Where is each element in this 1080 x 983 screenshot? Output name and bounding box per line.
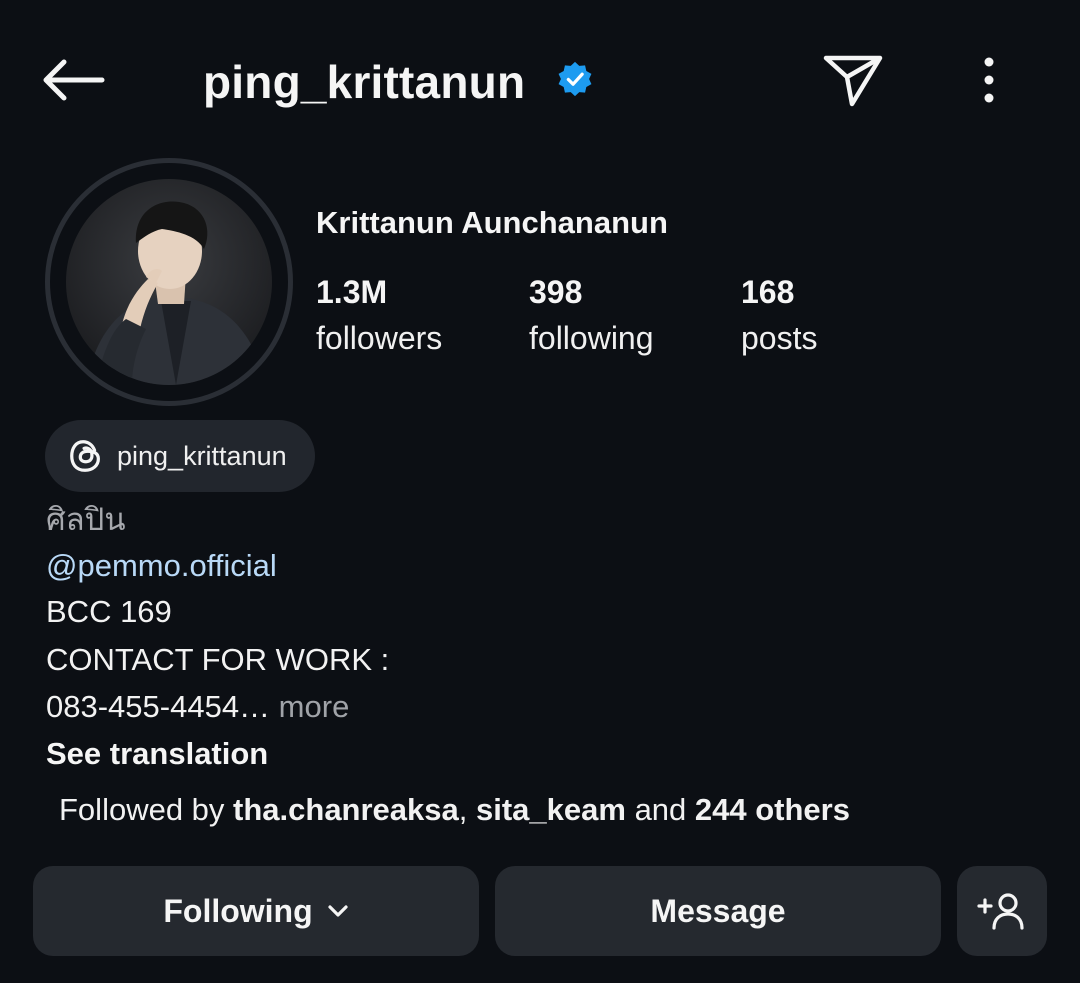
suggest-people-button[interactable] [957, 866, 1047, 956]
followers-count[interactable]: 1.3M [316, 272, 387, 312]
message-button[interactable]: Message [495, 866, 941, 956]
follower-username[interactable]: sita_keam [476, 792, 626, 827]
threads-handle: ping_krittanun [117, 440, 287, 471]
followed-by-separator: , [458, 792, 476, 827]
following-count[interactable]: 398 [529, 272, 582, 312]
bio-phone: 083-455-4454… [46, 689, 271, 724]
back-arrow-icon [43, 59, 105, 101]
bio-line: BCC 169 [46, 594, 172, 629]
more-vertical-icon [984, 57, 994, 103]
more-options-button[interactable] [965, 48, 1013, 112]
bio-mention-link[interactable]: @pemmo.official [46, 546, 277, 586]
profile-full-name: Krittanun Aunchananun [316, 205, 668, 240]
following-label[interactable]: following [529, 318, 654, 358]
posts-count: 168 [741, 274, 795, 310]
profile-photo [66, 179, 272, 385]
followed-by-middle: and [625, 792, 695, 827]
bio-category: ศิลปิน [46, 502, 126, 537]
bio-line-truncated: 083-455-4454… more [46, 687, 349, 727]
posts-label: posts [741, 320, 818, 356]
send-icon [823, 55, 883, 107]
followed-by-text[interactable]: Followed by tha.chanreaksa, sita_keam an… [59, 790, 850, 830]
following-button-label: Following [163, 892, 313, 929]
chevron-down-icon [328, 905, 348, 917]
threads-link-button[interactable]: ping_krittanun [45, 420, 315, 492]
bio-line: CONTACT FOR WORK : [46, 642, 390, 677]
bio-more-link[interactable]: more [270, 689, 350, 724]
send-message-button[interactable] [818, 48, 888, 112]
back-button[interactable] [40, 48, 120, 112]
add-person-icon [977, 893, 1024, 930]
following-button[interactable]: Following [33, 866, 479, 956]
message-button-label: Message [650, 892, 786, 929]
followed-by-others[interactable]: 244 others [695, 792, 850, 827]
avatar[interactable] [66, 179, 272, 385]
followed-by-prefix: Followed by [59, 792, 234, 827]
profile-username: ping_krittanun [203, 56, 526, 108]
follower-username[interactable]: tha.chanreaksa [233, 792, 459, 827]
see-translation-link[interactable]: See translation [46, 734, 268, 774]
threads-icon [70, 440, 100, 472]
verified-badge-icon [558, 61, 592, 97]
followers-label[interactable]: followers [316, 318, 442, 358]
